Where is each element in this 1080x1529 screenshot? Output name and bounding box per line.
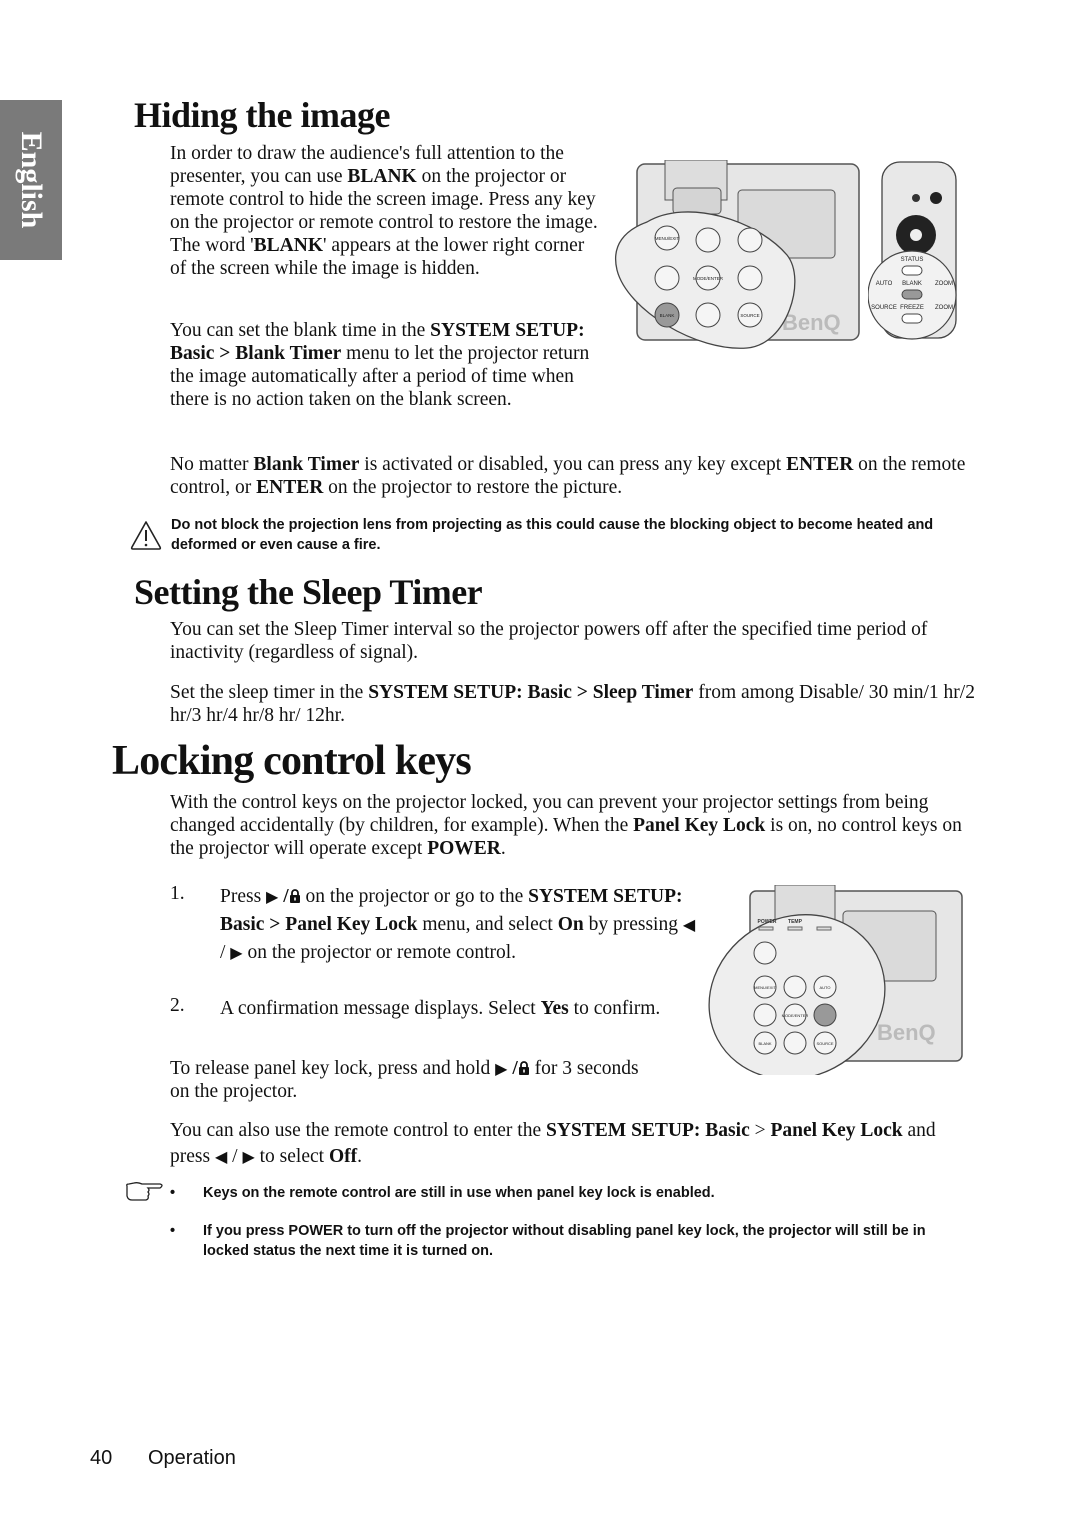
bold-term: Blank Timer — [253, 454, 360, 475]
section-title-locking-keys: Locking control keys — [112, 738, 472, 784]
hiding-paragraph-1: In order to draw the audience's full att… — [170, 143, 598, 279]
panel-menu-exit-label: MENU/EXIT — [655, 236, 680, 241]
bold-term: ENTER — [786, 454, 854, 475]
warning-text: Do not block the projection lens from pr… — [171, 517, 934, 553]
bold-term: On — [557, 914, 584, 935]
temp-indicator-label: TEMP — [788, 919, 803, 925]
remote-blank-label: BLANK — [902, 281, 922, 287]
pointing-hand-note-icon — [126, 1182, 163, 1201]
sleep-paragraph-1: You can set the Sleep Timer interval so … — [170, 619, 928, 663]
page-number: 40 — [90, 1447, 113, 1469]
power-indicator-label: POWER — [758, 919, 777, 925]
bold-term: SYSTEM SETUP: Basic > Blank Timer — [170, 320, 585, 364]
panel2-source-label: SOURCE — [816, 1041, 833, 1046]
note-2-text: If you press POWER to turn off the proje… — [203, 1223, 926, 1259]
panel2-mode-label: MODE/ENTER — [782, 1013, 809, 1018]
bold-term: BLANK — [253, 235, 324, 256]
section-title-sleep-timer: Setting the Sleep Timer — [134, 572, 483, 612]
projector-panel-lock-illustration: BenQ POWER TEMP MENU/EXIT AUTO MODE/ENTE… — [708, 885, 963, 1075]
panel-mode-enter-label: MODE/ENTER — [693, 276, 724, 281]
step-1-number: 1. — [170, 883, 185, 904]
note-bullet-2: • — [170, 1223, 176, 1239]
bold-term: POWER — [427, 838, 501, 859]
remote-source-label: SOURCE — [871, 305, 897, 311]
remote-freeze-label: FREEZE — [900, 305, 924, 311]
projector-panel-illustration: BenQ MENU/EXIT MODE/ENTER BLANK SOURCE — [615, 160, 860, 349]
step-1-text: Press ▶ / on the projector or go to the … — [220, 886, 696, 963]
right-arrow-lock-icon: ▶ / — [495, 1058, 530, 1079]
language-tab-label: English — [15, 131, 48, 229]
warning-icon — [130, 521, 162, 550]
panel-blank-label: BLANK — [660, 313, 675, 318]
panel2-menu-label: MENU/EXIT — [754, 985, 776, 990]
remote-zoom2-label: ZOOM — [935, 305, 953, 311]
sleep-paragraph-2: Set the sleep timer in the SYSTEM SETUP:… — [170, 682, 975, 726]
remote-status-label: STATUS — [901, 257, 924, 263]
bold-term: Panel Key Lock — [633, 815, 766, 836]
bold-term: SYSTEM SETUP: Basic — [546, 1120, 750, 1141]
bold-term: ENTER — [256, 477, 324, 498]
hiding-paragraph-2: You can set the blank time in the SYSTEM… — [170, 320, 590, 410]
section-title-hiding-image: Hiding the image — [134, 95, 391, 135]
panel2-auto-label: AUTO — [819, 985, 830, 990]
brand-logo: BenQ — [782, 310, 841, 335]
footer-section-name: Operation — [148, 1447, 236, 1469]
bold-term: SYSTEM SETUP: Basic > Sleep Timer — [368, 682, 694, 703]
panel-source-label: SOURCE — [740, 313, 759, 318]
right-arrow-lock-icon: ▶ / — [266, 886, 301, 907]
step-2-number: 2. — [170, 995, 185, 1016]
bold-term: Off — [328, 1146, 358, 1167]
bold-term: BLANK — [347, 166, 417, 187]
locking-paragraph-1: With the control keys on the projector l… — [170, 792, 962, 859]
bold-term: Yes — [540, 998, 569, 1019]
panel2-blank-label: BLANK — [758, 1041, 771, 1046]
bold-term: Panel Key Lock — [770, 1120, 903, 1141]
step-2-text: A confirmation message displays. Select … — [220, 998, 661, 1019]
remote-control-illustration: STATUS AUTO BLANK ZOOM SOURCE FREEZE ZOO… — [868, 161, 957, 340]
language-tab: English — [0, 100, 62, 260]
remote-zoom-label: ZOOM — [935, 281, 953, 287]
note-1-text: Keys on the remote control are still in … — [203, 1185, 715, 1201]
left-right-arrow-icon: ◀ / ▶ — [214, 1146, 255, 1167]
remote-lock-paragraph: You can also use the remote control to e… — [170, 1120, 936, 1167]
remote-auto-label: AUTO — [876, 281, 893, 287]
note-bullet-1: • — [170, 1185, 176, 1201]
hiding-paragraph-3: No matter Blank Timer is activated or di… — [170, 454, 966, 498]
release-lock-paragraph: To release panel key lock, press and hol… — [170, 1058, 639, 1102]
brand-logo-2: BenQ — [877, 1020, 936, 1045]
